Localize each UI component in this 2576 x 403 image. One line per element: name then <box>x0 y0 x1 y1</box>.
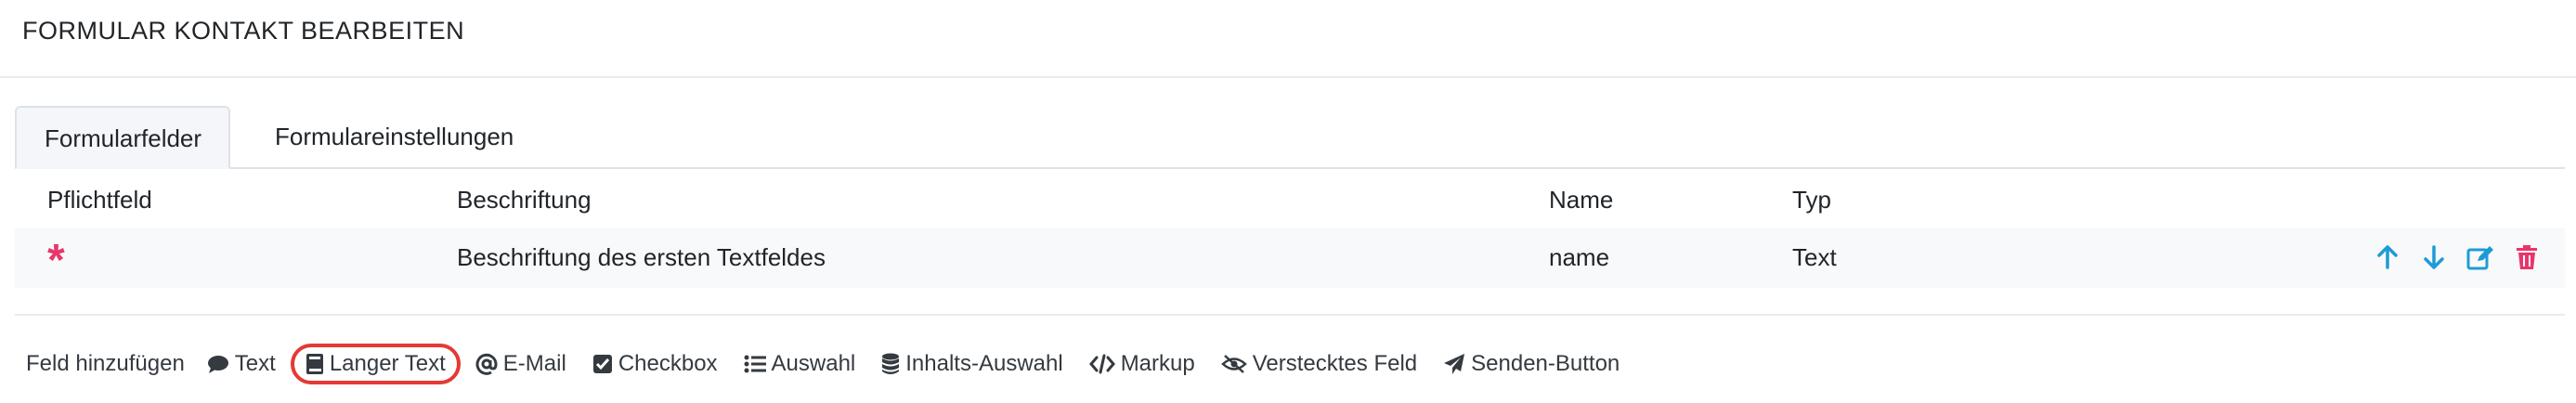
table-header: Pflichtfeld Beschriftung Name Typ <box>15 171 2565 227</box>
divider <box>15 314 2565 316</box>
add-checkbox-field-button[interactable]: Checkbox <box>592 351 718 377</box>
column-header-name: Name <box>1549 186 1614 214</box>
add-content-select-field-label: Inhalts-Auswahl <box>905 351 1063 376</box>
field-type: Text <box>1792 243 1837 271</box>
list-icon <box>744 355 766 373</box>
column-header-beschriftung: Beschriftung <box>457 186 592 214</box>
comment-icon <box>207 356 228 373</box>
tab-formulareinstellungen[interactable]: Formulareinstellungen <box>247 106 541 169</box>
add-select-field-label: Auswahl <box>771 351 856 376</box>
edit-button[interactable] <box>2466 241 2494 273</box>
page-header: FORMULAR KONTAKT BEARBEITEN <box>0 0 2576 78</box>
database-icon <box>882 353 900 374</box>
code-icon <box>1088 354 1115 374</box>
required-indicator: * <box>47 236 65 285</box>
add-hidden-field-label: Verstecktes Feld <box>1252 351 1418 376</box>
add-email-field-button[interactable]: E-Mail <box>475 351 566 377</box>
trash-icon <box>2517 245 2537 269</box>
row-actions <box>2374 241 2541 273</box>
column-header-typ: Typ <box>1792 186 1831 214</box>
column-header-pflichtfeld: Pflichtfeld <box>47 186 152 214</box>
add-field-toolbar: Feld hinzufügen Text Langer Text E-Mail … <box>26 344 1646 384</box>
table-row: * Beschriftung des ersten Textfeldes nam… <box>15 228 2565 288</box>
field-label: Beschriftung des ersten Textfeldes <box>457 243 826 271</box>
add-field-label: Feld hinzufügen <box>26 351 185 376</box>
move-down-button[interactable] <box>2420 241 2448 273</box>
add-submit-button-label: Senden-Button <box>1471 351 1620 376</box>
book-icon <box>306 354 323 374</box>
add-submit-button-button[interactable]: Senden-Button <box>1443 351 1620 377</box>
add-text-field-button[interactable]: Text <box>207 351 276 377</box>
tab-bar: Formularfelder Formulareinstellungen <box>15 106 2565 169</box>
at-icon <box>475 353 498 375</box>
move-up-button[interactable] <box>2374 241 2401 273</box>
add-long-text-field-label: Langer Text <box>329 351 446 376</box>
add-markup-field-button[interactable]: Markup <box>1088 351 1195 377</box>
add-checkbox-field-label: Checkbox <box>618 351 718 376</box>
checkbox-icon <box>592 355 612 373</box>
arrow-down-icon <box>2424 245 2444 269</box>
field-name: name <box>1549 243 1610 271</box>
add-email-field-label: E-Mail <box>502 351 566 376</box>
edit-icon <box>2466 246 2493 270</box>
add-long-text-field-button[interactable]: Langer Text <box>290 344 461 384</box>
add-text-field-label: Text <box>234 351 276 376</box>
delete-button[interactable] <box>2513 241 2541 273</box>
add-hidden-field-button[interactable]: Verstecktes Feld <box>1220 351 1418 377</box>
page-title: FORMULAR KONTAKT BEARBEITEN <box>22 17 465 45</box>
tab-formularfelder[interactable]: Formularfelder <box>15 106 230 169</box>
add-select-field-button[interactable]: Auswahl <box>744 351 856 377</box>
arrow-up-icon <box>2377 245 2398 269</box>
add-markup-field-label: Markup <box>1120 351 1195 376</box>
eye-slash-icon <box>1220 355 1247 373</box>
paper-plane-icon <box>1444 354 1465 374</box>
add-content-select-field-button[interactable]: Inhalts-Auswahl <box>881 351 1063 377</box>
